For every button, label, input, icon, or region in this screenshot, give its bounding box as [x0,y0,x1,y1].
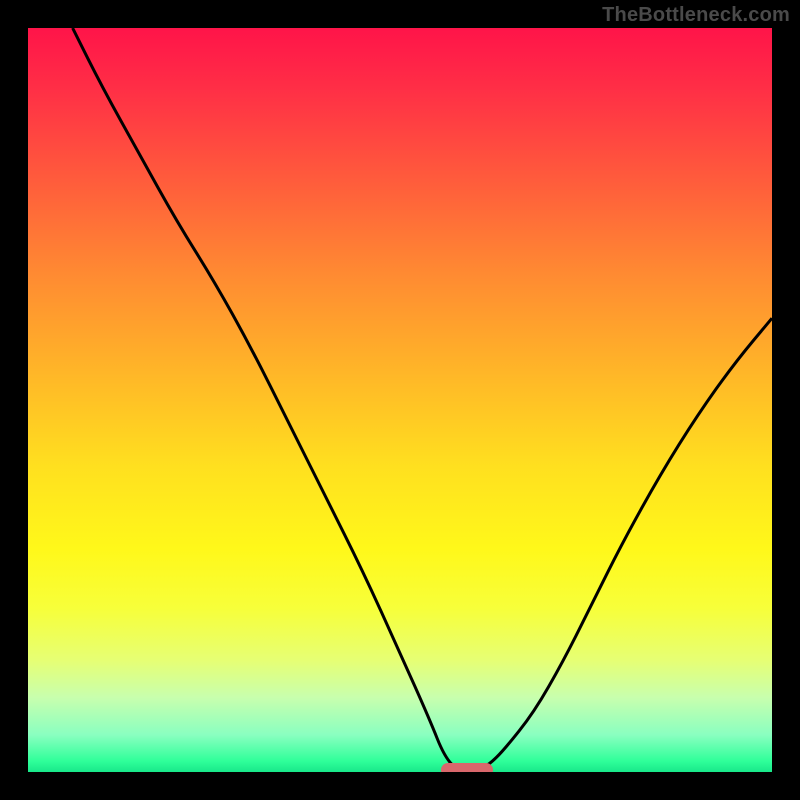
chart-frame: TheBottleneck.com [0,0,800,800]
bottleneck-curve-path [73,28,772,772]
optimal-marker [441,763,493,772]
bottleneck-curve [28,28,772,772]
watermark-text: TheBottleneck.com [602,4,790,27]
plot-area [28,28,772,772]
